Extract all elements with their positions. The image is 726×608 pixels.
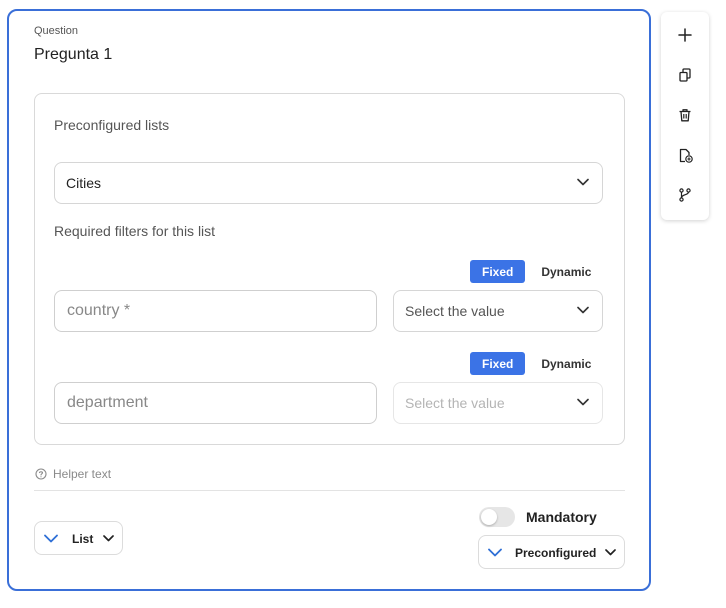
list-select-value: Cities <box>66 175 102 191</box>
preconfigured-panel: Preconfigured lists Cities Required filt… <box>34 93 625 445</box>
filter-mode-toggle-country: Fixed Dynamic <box>470 260 603 283</box>
divider <box>34 490 625 491</box>
helper-text-label: Helper text <box>53 467 112 481</box>
dynamic-button[interactable]: Dynamic <box>529 352 603 375</box>
question-type-label: List <box>72 532 94 546</box>
chevron-down-icon <box>577 178 589 186</box>
plus-icon <box>678 28 692 42</box>
mandatory-label: Mandatory <box>526 509 597 525</box>
department-value-select[interactable]: Select the value <box>393 382 603 424</box>
filter-mode-toggle-department: Fixed Dynamic <box>470 352 603 375</box>
chevron-down-blue-icon <box>488 548 502 557</box>
required-filters-label: Required filters for this list <box>54 223 216 239</box>
fixed-button[interactable]: Fixed <box>470 260 526 283</box>
country-value-placeholder: Select the value <box>405 303 505 319</box>
branch-icon <box>679 188 691 202</box>
chevron-down-icon <box>103 535 114 542</box>
chevron-down-icon <box>577 398 589 406</box>
delete-button[interactable] <box>673 103 697 127</box>
department-value-placeholder: Select the value <box>405 395 505 411</box>
chevron-down-icon <box>577 306 589 314</box>
country-field-placeholder: country * <box>67 302 131 319</box>
question-label: Question <box>34 25 79 37</box>
question-title[interactable]: Pregunta 1 <box>34 46 112 64</box>
country-field[interactable]: country * <box>54 290 377 332</box>
question-type-select[interactable]: List <box>34 521 123 555</box>
department-field-placeholder: department <box>67 394 148 411</box>
department-field[interactable]: department <box>54 382 377 424</box>
branch-logic-button[interactable] <box>673 183 697 207</box>
mandatory-toggle[interactable] <box>479 507 515 527</box>
help-circle-icon <box>35 468 47 480</box>
country-value-select[interactable]: Select the value <box>393 290 603 332</box>
fixed-button[interactable]: Fixed <box>470 352 526 375</box>
add-section-button[interactable] <box>673 143 697 167</box>
helper-text: Helper text <box>35 467 111 481</box>
dynamic-button[interactable]: Dynamic <box>529 260 603 283</box>
source-select[interactable]: Preconfigured <box>478 535 625 569</box>
trash-icon <box>679 109 691 122</box>
add-file-icon <box>679 148 693 163</box>
list-select[interactable]: Cities <box>54 162 603 204</box>
source-label: Preconfigured <box>515 546 597 560</box>
copy-icon <box>679 68 691 82</box>
preconfigured-lists-label: Preconfigured lists <box>54 117 170 133</box>
chevron-down-blue-icon <box>44 534 58 543</box>
add-question-button[interactable] <box>673 23 697 47</box>
duplicate-button[interactable] <box>673 63 697 87</box>
chevron-down-icon <box>605 549 616 556</box>
question-toolbar <box>661 12 709 220</box>
question-card: Question Pregunta 1 Preconfigured lists … <box>7 9 651 591</box>
toggle-knob <box>481 509 497 525</box>
